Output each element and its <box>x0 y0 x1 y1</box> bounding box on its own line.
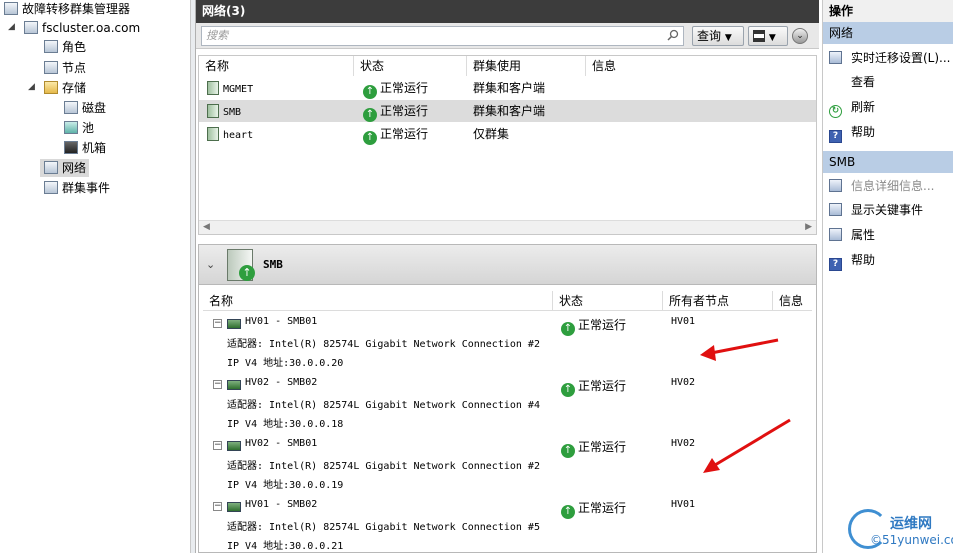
column-header-info[interactable]: 信息 <box>586 56 816 76</box>
storage-folder-icon <box>44 81 58 94</box>
tree-item-pools[interactable]: 池 <box>64 119 94 137</box>
network-icon <box>207 104 219 118</box>
tree-item-networks[interactable]: 网络 <box>40 159 90 177</box>
tree-root[interactable]: 故障转移群集管理器 <box>4 0 130 18</box>
dropdown-arrow-icon: ▼ <box>768 33 776 43</box>
network-icon <box>207 127 219 141</box>
status-up-icon: ↑ <box>363 85 377 99</box>
table-row[interactable]: SMB ↑ 正常运行 群集和客户端 <box>199 100 816 122</box>
column-header-name[interactable]: 名称 <box>203 291 553 311</box>
settings-icon <box>829 51 842 64</box>
network-adapter-icon <box>227 380 241 390</box>
cluster-manager-icon <box>4 2 18 15</box>
annotation-arrow-line <box>709 418 791 470</box>
network-icon <box>207 81 219 95</box>
status-up-icon: ↑ <box>561 505 575 519</box>
actions-section-networks[interactable]: 网络 <box>823 22 953 44</box>
view-icon <box>829 75 842 88</box>
network-adapter-icon <box>227 319 241 329</box>
pool-icon <box>64 121 78 134</box>
tree-item-storage[interactable]: 存储 <box>44 79 86 97</box>
column-header-usage[interactable]: 群集使用 <box>467 56 586 76</box>
annotation-arrowhead <box>700 345 716 361</box>
disk-icon <box>64 101 78 114</box>
column-header-name[interactable]: 名称 <box>199 56 354 76</box>
critical-events-icon <box>829 203 842 216</box>
tree-item-disks[interactable]: 磁盘 <box>64 99 106 117</box>
network-icon <box>44 161 58 174</box>
collapse-icon[interactable]: − <box>213 441 222 450</box>
annotation-arrows <box>700 338 791 473</box>
watermark: 运维网 ©51yunwei.com <box>840 505 953 553</box>
status-up-icon: ↑ <box>561 383 575 397</box>
column-header-status[interactable]: 状态 <box>553 291 663 311</box>
help-action[interactable]: ? 帮助 <box>829 122 875 143</box>
horizontal-scrollbar[interactable]: ◀ ▶ <box>199 220 816 234</box>
search-input[interactable]: 搜索 <box>201 26 684 46</box>
live-migration-settings-action[interactable]: 实时迁移设置(L)... <box>829 48 951 68</box>
query-button[interactable]: 查询 ▼ <box>692 26 744 46</box>
actions-title: 操作 <box>823 0 953 22</box>
refresh-action[interactable]: ↻ 刷新 <box>829 97 875 118</box>
tree-item-events[interactable]: 群集事件 <box>44 179 110 197</box>
status-up-icon: ↑ <box>561 444 575 458</box>
help-icon: ? <box>829 258 842 271</box>
scroll-right-icon[interactable]: ▶ <box>805 222 812 232</box>
annotation-arrowhead <box>703 458 720 473</box>
refresh-icon: ↻ <box>829 105 842 118</box>
status-up-icon: ↑ <box>239 265 255 281</box>
tree-item-nodes[interactable]: 节点 <box>44 59 86 77</box>
cluster-icon <box>24 21 38 34</box>
collapse-arrow-icon[interactable]: ◢ <box>28 82 35 92</box>
page-title: 网络(3) <box>196 0 819 23</box>
networks-list: 名称 状态 群集使用 信息 MGMET ↑ 正常运行 群集和客户端 SMB ↑ 正常… <box>198 55 817 235</box>
status-up-icon: ↑ <box>363 108 377 122</box>
search-toolbar: 搜索 查询 ▼ ▼ ⌄ <box>196 23 819 49</box>
table-row[interactable]: heart ↑ 正常运行 仅群集 <box>199 123 816 145</box>
center-pane: 网络(3) 搜索 查询 ▼ ▼ ⌄ 名称 状态 群集使用 信息 MGMET ↑ 正… <box>196 0 819 553</box>
tree-item-enclosures[interactable]: 机箱 <box>64 139 106 157</box>
roles-icon <box>44 40 58 53</box>
annotation-arrow-line <box>705 338 779 356</box>
enclosure-icon <box>64 141 78 154</box>
properties-icon <box>829 228 842 241</box>
network-adapter-icon <box>227 502 241 512</box>
search-icon[interactable] <box>667 29 679 41</box>
navigation-tree: 故障转移群集管理器 ◢ fscluster.oa.com 角色 节点 ◢ 存储 … <box>0 0 191 553</box>
detail-header: ⌄ ↑ SMB <box>199 245 816 285</box>
table-row[interactable]: MGMET ↑ 正常运行 群集和客户端 <box>199 77 816 99</box>
collapse-icon[interactable]: − <box>213 319 222 328</box>
detail-title: SMB <box>263 258 283 271</box>
actions-section-smb[interactable]: SMB <box>823 151 953 173</box>
detail-column-headers: 名称 状态 所有者节点 信息 <box>203 291 812 311</box>
tree-cluster[interactable]: fscluster.oa.com <box>24 19 140 37</box>
view-action[interactable]: 查看 <box>829 72 875 92</box>
nodes-icon <box>44 61 58 74</box>
save-icon <box>753 30 765 42</box>
collapse-icon[interactable]: − <box>213 380 222 389</box>
collapse-icon[interactable]: − <box>213 502 222 511</box>
status-up-icon: ↑ <box>561 322 575 336</box>
list-item[interactable]: − HV01 - SMB02 适配器: Intel(R) 82574L Giga… <box>199 496 816 552</box>
network-adapter-icon <box>227 441 241 451</box>
column-header-status[interactable]: 状态 <box>354 56 467 76</box>
info-details-action[interactable]: 信息详细信息... <box>829 176 934 196</box>
collapse-arrow-icon[interactable]: ◢ <box>8 22 15 32</box>
properties-action[interactable]: 属性 <box>829 225 875 245</box>
expand-collapse-icon[interactable]: ⌄ <box>792 28 808 44</box>
help-icon: ? <box>829 130 842 143</box>
column-header-owner[interactable]: 所有者节点 <box>663 291 773 311</box>
tree-item-roles[interactable]: 角色 <box>44 38 86 56</box>
show-critical-events-action[interactable]: 显示关键事件 <box>829 200 923 220</box>
help-action[interactable]: ? 帮助 <box>829 250 875 271</box>
dropdown-arrow-icon: ▼ <box>724 33 732 43</box>
status-up-icon: ↑ <box>363 131 377 145</box>
actions-pane: 操作 网络 实时迁移设置(L)... 查看 ↻ 刷新 ? 帮助 SMB 信息详细信息… <box>822 0 953 553</box>
scroll-left-icon[interactable]: ◀ <box>203 222 210 232</box>
save-query-button[interactable]: ▼ <box>748 26 788 46</box>
events-icon <box>44 181 58 194</box>
collapse-chevron-icon[interactable]: ⌄ <box>206 258 215 271</box>
info-details-icon <box>829 179 842 192</box>
column-header-info[interactable]: 信息 <box>773 291 812 311</box>
